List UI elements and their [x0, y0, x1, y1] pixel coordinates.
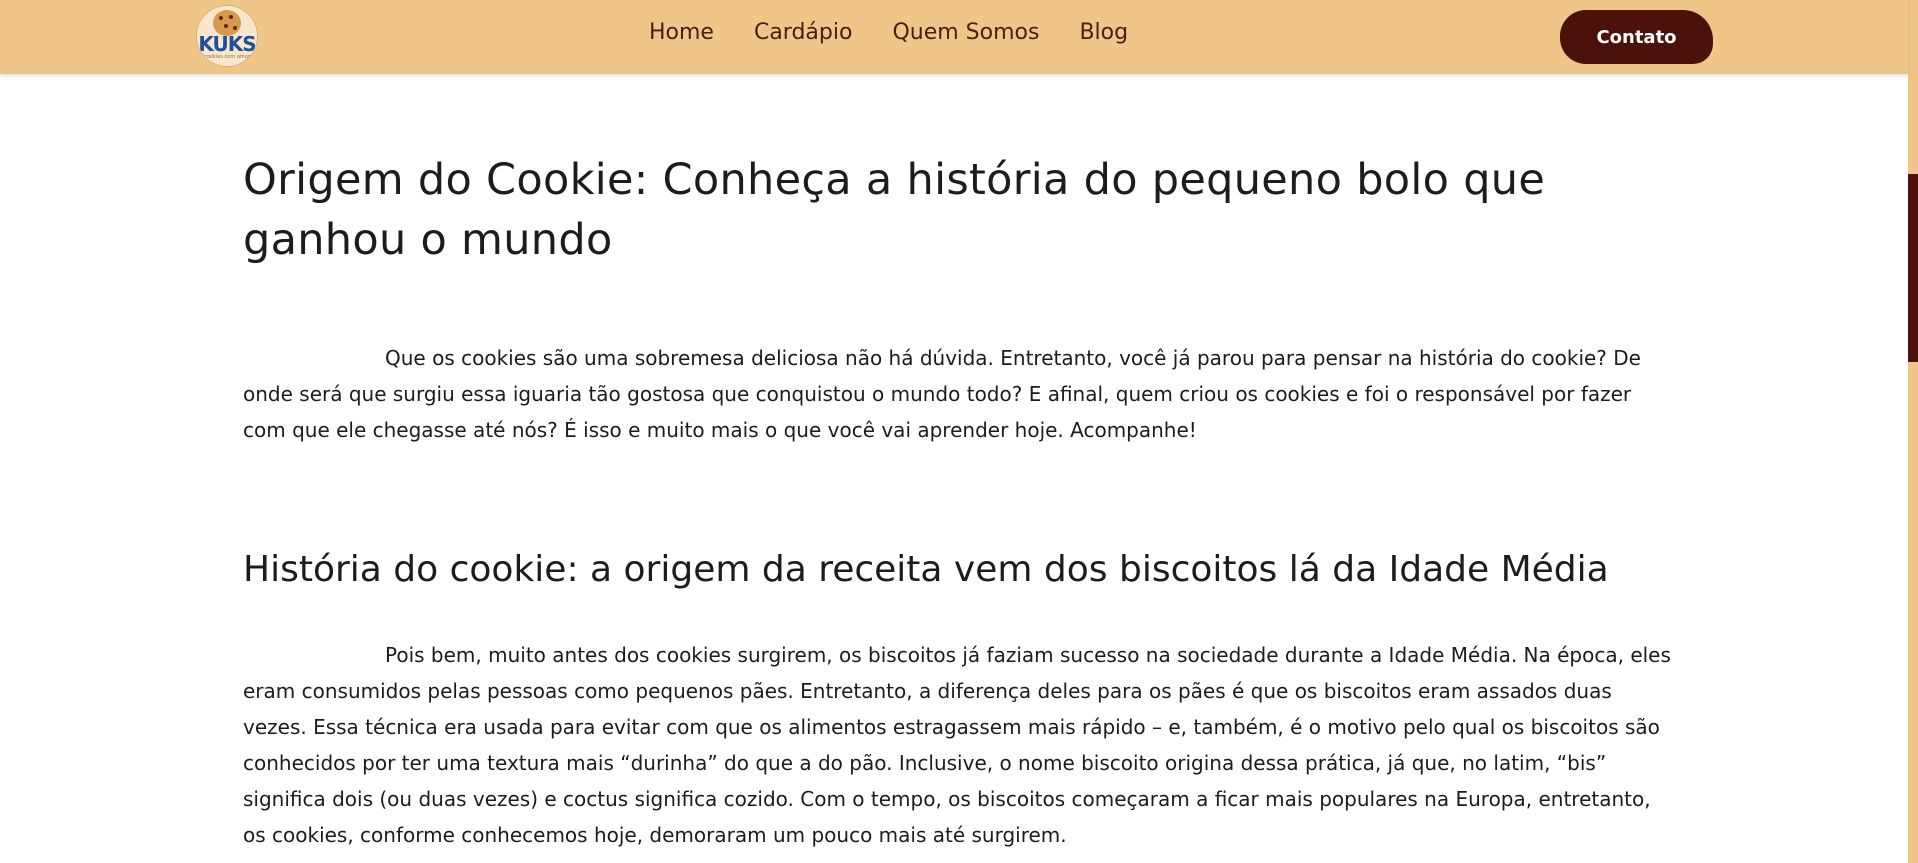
section-paragraph: Pois bem, muito antes dos cookies surgir…: [243, 643, 1671, 847]
cookie-logo-icon[interactable]: KUKS cookies com amor: [196, 5, 258, 67]
section-heading: História do cookie: a origem da receita …: [243, 549, 1609, 590]
nav-link-home[interactable]: Home: [649, 20, 714, 45]
nav-link-cardapio[interactable]: Cardápio: [754, 20, 852, 45]
top-navbar: KUKS cookies com amor Home Cardápio Quem…: [0, 0, 1908, 74]
article-intro: Que os cookies são uma sobremesa delicio…: [243, 346, 1641, 442]
main-nav: Home Cardápio Quem Somos Blog: [649, 20, 1128, 45]
logo-tagline: cookies com amor: [204, 54, 250, 60]
article-title: Origem do Cookie: Conheça a história do …: [243, 155, 1546, 265]
article: Origem do Cookie: Conheça a história do …: [243, 150, 1673, 847]
logo-brand-text: KUKS: [198, 32, 256, 56]
nav-link-blog[interactable]: Blog: [1079, 20, 1128, 45]
scrollbar-thumb[interactable]: [1908, 174, 1918, 362]
scrollbar-track[interactable]: [1908, 0, 1918, 863]
contact-button[interactable]: Contato: [1560, 10, 1713, 64]
nav-link-quem-somos[interactable]: Quem Somos: [892, 20, 1039, 45]
